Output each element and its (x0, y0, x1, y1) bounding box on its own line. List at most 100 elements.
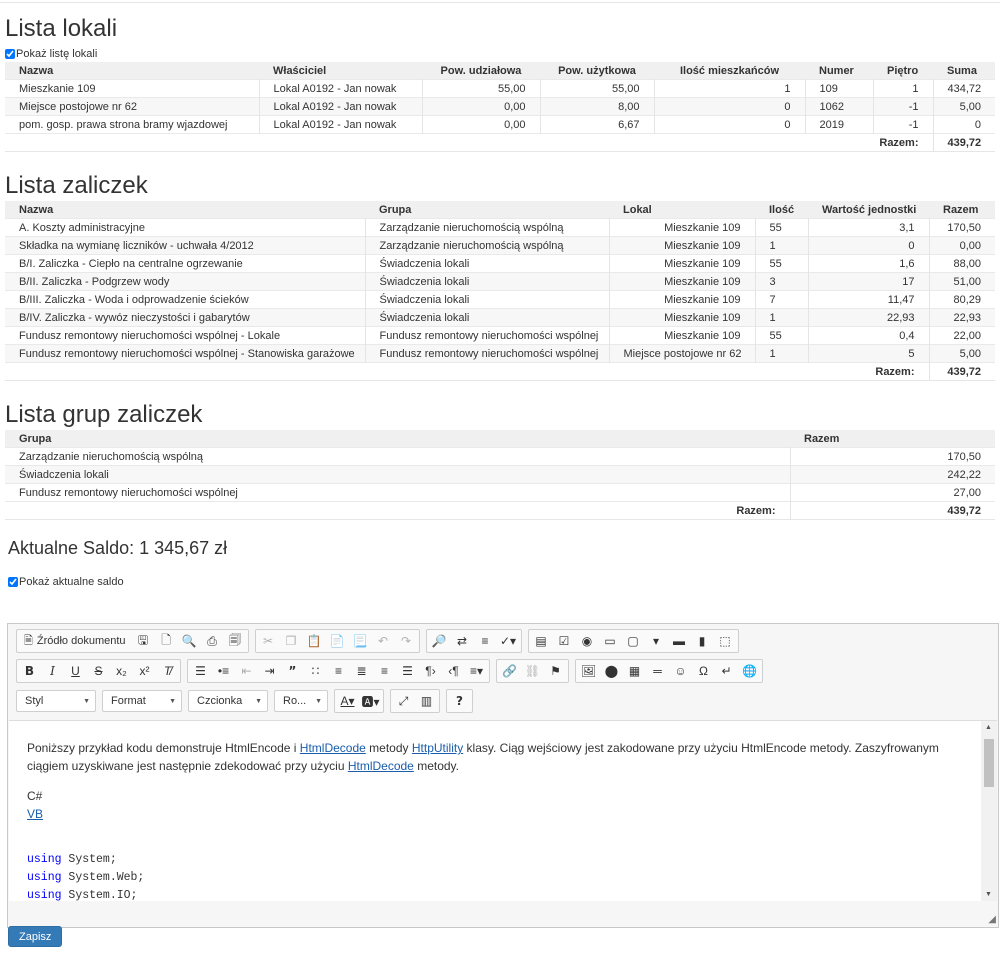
paste-icon[interactable]: 📋 (303, 631, 326, 651)
cell: 2019 (805, 115, 874, 134)
page-break-icon[interactable]: ↵ (715, 661, 738, 681)
save-button[interactable]: Zapisz (8, 926, 63, 947)
editor-scrollbar[interactable]: ▲ ▼ (981, 720, 997, 901)
italic-icon[interactable]: I (41, 661, 64, 681)
table-icon[interactable]: ▦ (623, 661, 646, 681)
groups-table: Grupa Razem Zarządzanie nieruchomością w… (5, 430, 995, 520)
new-page-icon[interactable]: 🗋 (155, 631, 178, 651)
templates-icon[interactable]: 🗐 (224, 631, 247, 651)
cell: -1 (873, 115, 934, 134)
hidden-field-icon[interactable]: ⬚ (714, 631, 737, 651)
button-icon[interactable]: ▬ (668, 631, 691, 651)
div-icon[interactable]: ∷ (304, 661, 327, 681)
format-combo[interactable]: Format ▼ (102, 690, 182, 712)
httputility-link[interactable]: HttpUtility (412, 741, 463, 755)
remove-format-icon[interactable]: T̸ (156, 661, 179, 681)
special-char-icon[interactable]: Ω (692, 661, 715, 681)
save-icon[interactable]: 🖫 (132, 631, 155, 651)
superscript-icon[interactable]: x² (133, 661, 156, 681)
find-icon[interactable]: 🔎 (428, 631, 451, 651)
image-icon[interactable]: 🖼 (577, 661, 600, 681)
textfield-icon[interactable]: ▭ (599, 631, 622, 651)
paste-text-icon[interactable]: 📄 (326, 631, 349, 651)
horizontal-line-icon[interactable]: ═ (646, 661, 669, 681)
cell: 17 (808, 272, 930, 291)
show-blocks-icon[interactable]: ▥ (415, 691, 438, 711)
blockquote-icon[interactable]: ” (281, 661, 304, 681)
select-icon[interactable]: ▾ (645, 631, 668, 651)
copy-icon[interactable]: ❐ (280, 631, 303, 651)
language-icon[interactable]: ≡▾ (465, 661, 488, 681)
code-text: System.Web; (61, 871, 145, 884)
smiley-icon[interactable]: ☺ (669, 661, 692, 681)
form-icon[interactable]: ▤ (530, 631, 553, 651)
ltr-icon[interactable]: ¶› (419, 661, 442, 681)
cell: 0 (654, 97, 806, 116)
cell: Lokal A0192 - Jan nowak (259, 79, 423, 98)
font-combo-label: Czcionka (197, 695, 243, 707)
total-label: Razem: (5, 362, 930, 381)
rtl-icon[interactable]: ‹¶ (442, 661, 465, 681)
undo-icon[interactable]: ↶ (372, 631, 395, 651)
cell: 3 (755, 272, 809, 291)
replace-icon[interactable]: ⇄ (451, 631, 474, 651)
outdent-icon[interactable]: ⇤ (235, 661, 258, 681)
radio-icon[interactable]: ◉ (576, 631, 599, 651)
preview-icon[interactable]: 🔍 (178, 631, 201, 651)
underline-icon[interactable]: U (64, 661, 87, 681)
saldo-checkbox[interactable] (8, 577, 18, 587)
col-pow-udzialowa: Pow. udziałowa (422, 62, 540, 80)
htmldecode-link[interactable]: HtmlDecode (300, 741, 366, 755)
align-right-icon[interactable]: ≡ (373, 661, 396, 681)
image-button-icon[interactable]: ▮ (691, 631, 714, 651)
indent-icon[interactable]: ⇥ (258, 661, 281, 681)
resize-handle-icon[interactable]: ◢ (988, 914, 996, 925)
spellcheck-icon[interactable]: ✓▾ (497, 631, 520, 651)
locals-toggle[interactable]: Pokaż listę lokali (5, 46, 97, 62)
editor-content[interactable]: Poniższy przykład kodu demonstruje HtmlE… (9, 720, 981, 901)
textarea-icon[interactable]: ▢ (622, 631, 645, 651)
cut-icon[interactable]: ✂ (257, 631, 280, 651)
htmldecode-link-2[interactable]: HtmlDecode (348, 759, 414, 773)
cell: 434,72 (933, 79, 995, 98)
unlink-icon[interactable]: ⛓ (521, 661, 544, 681)
cell: Mieszkanie 109 (609, 218, 756, 237)
style-combo[interactable]: Styl ▼ (16, 690, 96, 712)
lang-vb-link[interactable]: VB (27, 807, 43, 821)
size-combo[interactable]: Ro... ▼ (274, 690, 328, 712)
link-icon[interactable]: 🔗 (498, 661, 521, 681)
paste-word-icon[interactable]: 📃 (349, 631, 372, 651)
anchor-flag-icon[interactable]: ⚑ (544, 661, 567, 681)
help-icon[interactable]: ? (448, 691, 471, 711)
align-left-icon[interactable]: ≡ (327, 661, 350, 681)
select-all-icon[interactable]: ≡ (474, 631, 497, 651)
subscript-icon[interactable]: x₂ (110, 661, 133, 681)
font-combo[interactable]: Czcionka ▼ (188, 690, 268, 712)
saldo-toggle[interactable]: Pokaż aktualne saldo (8, 574, 124, 590)
strike-icon[interactable]: S (87, 661, 110, 681)
scroll-down-icon[interactable]: ▼ (985, 891, 992, 898)
locals-title: Lista lokali (5, 15, 118, 42)
bold-icon[interactable]: B (18, 661, 41, 681)
justify-icon[interactable]: ☰ (396, 661, 419, 681)
bullet-list-icon[interactable]: •≡ (212, 661, 235, 681)
checkbox-icon[interactable]: ☑ (553, 631, 576, 651)
align-center-icon[interactable]: ≣ (350, 661, 373, 681)
locals-checkbox[interactable] (5, 49, 15, 59)
scroll-up-icon[interactable]: ▲ (985, 724, 992, 731)
cell: 5 (808, 344, 930, 363)
bg-color-icon[interactable]: 🅰▾ (359, 691, 382, 711)
maximize-icon[interactable]: ⤢ (392, 691, 415, 711)
total-row: Razem: 439,72 (5, 133, 995, 152)
print-icon[interactable]: ⎙ (201, 631, 224, 651)
numbered-list-icon[interactable]: ☰ (189, 661, 212, 681)
source-button[interactable]: 🗎 Źródło dokumentu (18, 631, 132, 651)
iframe-globe-icon[interactable]: 🌐 (738, 661, 761, 681)
flash-icon[interactable]: ⬤ (600, 661, 623, 681)
text-color-icon[interactable]: A▾ (336, 691, 359, 711)
cell: Fundusz remontowy nieruchomości wspólnej (5, 483, 791, 502)
redo-icon[interactable]: ↷ (395, 631, 418, 651)
scroll-thumb[interactable] (984, 739, 994, 787)
cell: 1 (755, 236, 809, 255)
